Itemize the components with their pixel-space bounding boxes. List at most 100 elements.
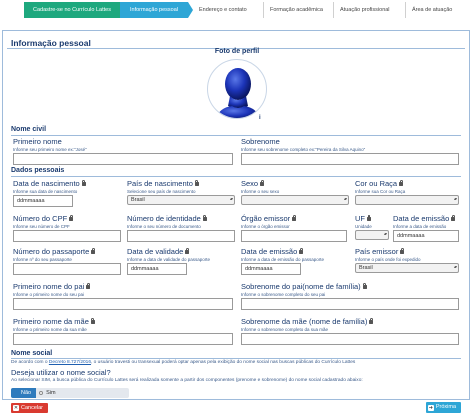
next-label: Próxima [435,404,456,410]
field-sobrenome: Sobrenome Informe seu sobrenome completo… [241,137,459,165]
lock-icon [399,179,404,186]
field-help: Informe a data de validade do passaporte [127,256,211,262]
field-label: Sexo [241,179,259,188]
field-primeiro-nome-pai: Primeiro nome do pai Informe o primeiro … [13,282,233,310]
step-cadastre[interactable]: Cadastre-se no Currículo Lattes [24,2,120,18]
sobrenome-pai-input[interactable] [241,297,459,310]
decreto-link[interactable]: Decreto 8.727/2016 [49,360,91,365]
lock-icon [362,282,367,289]
field-help: Informe seu número de CPF [13,223,70,229]
pais-emissor-select[interactable]: Brasil [355,262,459,273]
lock-icon [299,247,304,254]
field-help: Informe o sobrenome completo da sua mãe [241,326,329,332]
field-help: Informe o sobrenome completo do seu pai [241,291,326,297]
field-label: UF [355,214,365,223]
pais-nascimento-select[interactable]: Brasil [127,194,235,205]
field-label: Número de identidade [127,214,201,223]
field-help: Informe seu sobrenome completo ex:"Perei… [241,146,366,152]
field-help: Informe seu primeiro nome ex:"José" [13,146,87,152]
field-primeiro-nome-mae: Primeiro nome da mãe Informe o primeiro … [13,317,233,345]
lock-icon [185,247,190,254]
photo-info-icon[interactable]: i [259,115,261,121]
sexo-select[interactable] [241,194,349,205]
orgao-emissor-input[interactable] [241,229,347,242]
step-area-atuacao[interactable]: Área de atuação [405,2,465,18]
field-label: Número do CPF [13,214,68,223]
field-label: País emissor [355,247,399,256]
lock-icon [260,179,265,186]
field-data-validade: Data de validade Informe a data de valid… [127,247,235,275]
section-divider [11,135,461,136]
field-label: Sobrenome do pai(nome de família) [241,282,361,291]
field-identidade: Número de identidade Informe o seu númer… [127,214,235,242]
field-label: País de nascimento [127,179,193,188]
identidade-input[interactable] [127,229,235,242]
field-help: Informe a data de emissão [393,223,447,229]
note-suffix: , o usuário travesti ou transexual poder… [91,360,356,365]
lock-icon [194,179,199,186]
field-label: Data de emissão [241,247,298,256]
personal-info-panel: Informação pessoal Foto de perfil i Nome… [2,30,470,413]
lock-icon [91,247,96,254]
step-formacao-academica[interactable]: Formação acadêmica [263,2,333,18]
uf-select[interactable] [355,229,389,240]
field-help: Informe sua Cor ou Raça [355,188,406,194]
lock-icon [69,214,74,221]
primeiro-nome-input[interactable] [13,152,233,165]
field-help: Informe o primeiro nome do seu pai [13,291,85,297]
toggle-option-label: Sim [46,390,56,396]
lock-icon [400,247,405,254]
primeiro-nome-pai-input[interactable] [13,297,233,310]
cpf-input[interactable] [13,229,121,242]
data-nascimento-input[interactable]: ddmmaaaa [13,194,73,207]
field-data-nascimento: Data de nascimento Informe sua data de n… [13,179,119,207]
toggle-option-nao[interactable]: Não [11,388,37,398]
field-help: Informe o primeiro nome da sua mãe [13,326,87,332]
field-passaporte: Número do passaporte Informe nº do seu p… [13,247,121,275]
field-label: Primeiro nome do pai [13,282,85,291]
wizard-steps: Cadastre-se no Currículo Lattes Informaç… [24,2,474,18]
field-help: Informe o país onde foi expedido [355,256,421,262]
nome-social-question: Deseja utilizar o nome social? [11,368,111,377]
field-label: Número do passaporte [13,247,90,256]
field-pais-nascimento: País de nascimento Selecione seu país de… [127,179,235,205]
cancel-label: Cancelar [21,405,44,411]
radio-dot-icon [39,391,44,395]
sobrenome-input[interactable] [241,152,459,165]
primeiro-nome-mae-input[interactable] [13,332,233,345]
field-label: Data de nascimento [13,179,80,188]
lock-icon [367,214,371,221]
cancel-button[interactable]: ✕ Cancelar [11,403,49,413]
profile-photo[interactable] [207,59,267,119]
field-label: Cor ou Raça [355,179,398,188]
field-data-emissao-passaporte: Data de emissão Informe a data de emissã… [241,247,349,275]
nome-social-toggle[interactable]: Não Sim [11,388,129,398]
cor-raca-select[interactable] [355,194,459,205]
next-button[interactable]: ➜ Próxima [425,402,461,413]
field-help: Informe o seu sexo [241,188,280,194]
lock-icon [292,214,297,221]
toggle-option-sim[interactable]: Sim [36,388,60,398]
passaporte-input[interactable] [13,262,121,275]
section-dados-pessoais: Dados pessoais [11,167,65,174]
field-cpf: Número do CPF Informe seu número de CPF [13,214,121,242]
step-atuacao-profissional[interactable]: Atuação profissional [333,2,405,18]
data-emissao-passaporte-input[interactable]: ddmmaaaa [241,262,301,275]
lock-icon [451,214,456,221]
section-nome-civil: Nome civil [11,126,47,133]
lock-icon [86,282,91,289]
field-label: Sobrenome [241,137,280,146]
field-pais-emissor: País emissor Informe o país onde foi exp… [355,247,459,273]
lock-icon [90,317,95,324]
note-prefix: De acordo com o [11,360,48,365]
section-divider [11,176,461,177]
step-informacao-pessoal[interactable]: Informação pessoal [120,2,188,18]
data-validade-input[interactable]: ddmmaaaa [127,262,187,275]
sobrenome-mae-input[interactable] [241,332,459,345]
step-endereco-contato[interactable]: Endereço e contato [193,2,263,18]
section-divider [11,358,461,359]
lock-icon [202,214,207,221]
data-emissao-input[interactable]: ddmmaaaa [393,229,459,242]
field-help: Selecione seu país de nascimento [127,188,196,194]
field-label: Primeiro nome [13,137,62,146]
